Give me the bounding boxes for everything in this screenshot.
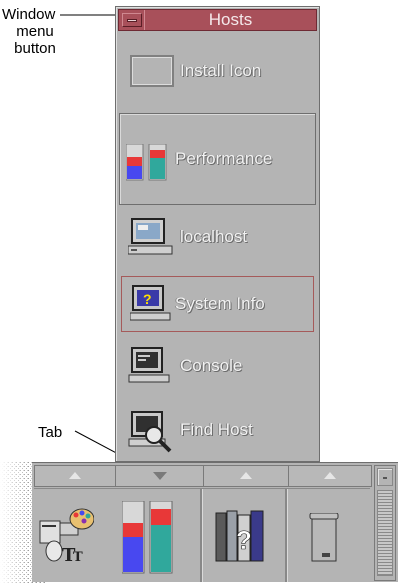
callout-window-line1: Window [2, 6, 56, 23]
find-host-label: Find Host [180, 420, 253, 439]
localhost-item[interactable]: localhost [122, 208, 315, 266]
svg-text:T: T [73, 550, 83, 565]
performance-label: Performance [175, 149, 273, 168]
subpanel-titlebar: Hosts [118, 9, 317, 31]
tab-help-up[interactable] [203, 466, 288, 486]
style-manager-icon[interactable]: T T [38, 505, 94, 567]
minimize-button[interactable] [377, 468, 393, 486]
down-arrow-icon [152, 472, 167, 480]
window-menu-button[interactable] [122, 13, 142, 27]
install-drop-zone-icon [130, 55, 174, 87]
up-arrow-icon [240, 472, 252, 479]
front-panel-controls: T T ? [34, 488, 370, 582]
control-divider [285, 489, 287, 582]
system-info-item[interactable]: ? System Info [121, 276, 314, 332]
tab-hosts-down[interactable] [115, 466, 203, 486]
trash-can-icon[interactable] [308, 513, 344, 565]
console-item[interactable]: Console [122, 337, 315, 395]
find-host-magnifier-icon [128, 411, 172, 453]
find-host-item[interactable]: Find Host [122, 401, 315, 459]
up-arrow-icon [324, 472, 336, 479]
performance-meter-icon [126, 144, 167, 181]
subpanel-title: Hosts [144, 10, 316, 30]
control-divider [200, 489, 202, 582]
tab-style-manager-up[interactable] [35, 466, 115, 486]
system-info-label: System Info [175, 294, 265, 313]
front-panel-scroll-handle[interactable] [374, 465, 396, 581]
localhost-label: localhost [180, 227, 248, 246]
tab-callout: Tab [38, 424, 63, 441]
front-panel: T T ? [32, 462, 398, 582]
help-manager-icon[interactable]: ? [214, 509, 270, 565]
performance-meter-icon[interactable] [122, 501, 174, 575]
callout-window-line3: button [14, 40, 56, 57]
performance-item[interactable]: Performance [119, 113, 316, 205]
workstation-icon [128, 218, 173, 255]
system-info-icon: ? [130, 285, 171, 321]
callout-window-line2: menu [16, 23, 54, 40]
svg-text:?: ? [143, 291, 152, 307]
svg-text:?: ? [236, 525, 252, 555]
minimize-icon [383, 477, 387, 479]
window-menu-button-icon [127, 19, 137, 22]
console-terminal-icon [128, 347, 170, 383]
drag-grip[interactable] [377, 490, 393, 576]
hosts-subpanel: Hosts Install Icon Performance localhost [115, 6, 320, 462]
window-menu-button-callout: Window menu button [2, 6, 68, 57]
front-panel-tab-bar [34, 465, 372, 487]
console-label: Console [180, 356, 243, 375]
install-icon-item[interactable]: Install Icon [122, 41, 315, 101]
install-icon-label: Install Icon [180, 61, 262, 80]
up-arrow-icon [69, 472, 81, 479]
tab-trash-up[interactable] [288, 466, 371, 486]
